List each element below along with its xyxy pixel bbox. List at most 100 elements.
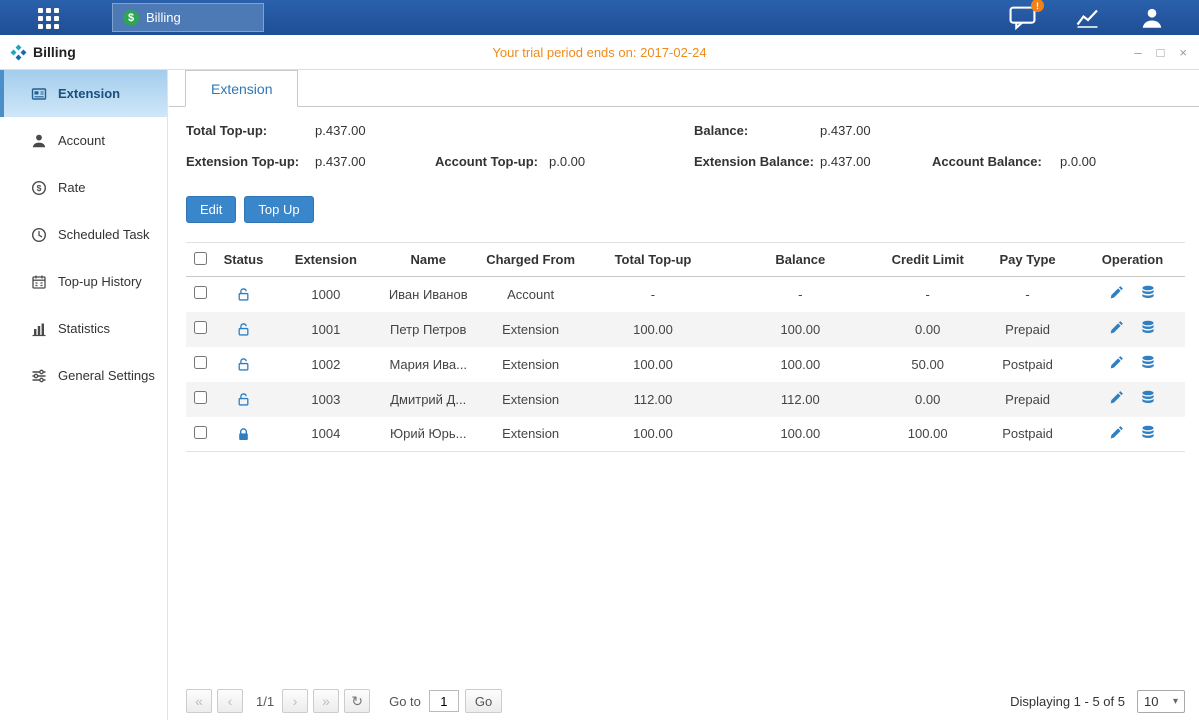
topbar-right-icons: ! [1009, 0, 1165, 35]
account-topup-label: Account Top-up: [435, 154, 538, 169]
goto-label: Go to [389, 694, 421, 709]
cell-name: Иван Иванов [381, 277, 476, 312]
calendar-icon [30, 273, 47, 290]
balance-label: Balance: [694, 123, 748, 138]
account-balance-label: Account Balance: [932, 154, 1042, 169]
cell-credit-limit: - [880, 277, 975, 312]
cell-credit-limit: 0.00 [880, 312, 975, 347]
cell-total-topup: 112.00 [586, 382, 721, 417]
table-row: 1000 Иван Иванов Account - - - - [186, 277, 1185, 312]
billing-summary: Total Top-up: р.437.00 Balance: р.437.00… [186, 121, 1185, 183]
top-up-button[interactable]: Top Up [244, 196, 313, 223]
tab-extension[interactable]: Extension [185, 70, 298, 107]
table-row: 1003 Дмитрий Д... Extension 112.00 112.0… [186, 382, 1185, 417]
cell-balance: 100.00 [720, 417, 880, 452]
messages-icon[interactable]: ! [1009, 5, 1036, 30]
tab-strip: Extension [169, 70, 1199, 107]
apps-grid-icon[interactable] [38, 8, 59, 29]
select-all-checkbox[interactable] [194, 252, 207, 265]
lock-status-icon [236, 286, 251, 301]
account-topup-value: р.0.00 [549, 154, 585, 169]
edit-icon[interactable] [1109, 390, 1124, 405]
svg-text:$: $ [36, 183, 41, 193]
topup-icon[interactable] [1140, 320, 1156, 335]
billing-logo-icon [10, 44, 27, 61]
page-size-select[interactable]: 10 ▾ [1137, 690, 1185, 713]
edit-icon[interactable] [1109, 320, 1124, 335]
sidebar-item-statistics[interactable]: Statistics [0, 305, 167, 352]
close-icon[interactable]: × [1179, 46, 1187, 59]
account-icon [30, 132, 47, 149]
cell-balance: - [720, 277, 880, 312]
cell-extension: 1003 [271, 382, 381, 417]
topup-icon[interactable] [1140, 355, 1156, 370]
go-button[interactable]: Go [465, 689, 502, 713]
column-credit-limit: Credit Limit [880, 243, 975, 277]
cell-total-topup: 100.00 [586, 312, 721, 347]
extension-balance-label: Extension Balance: [694, 154, 814, 169]
displaying-info: Displaying 1 - 5 of 5 [1010, 694, 1125, 709]
row-checkbox[interactable] [194, 321, 207, 334]
trial-notice: Your trial period ends on: 2017-02-24 [492, 35, 706, 69]
row-checkbox[interactable] [194, 286, 207, 299]
extension-topup-label: Extension Top-up: [186, 154, 299, 169]
resource-monitor-icon[interactable] [1074, 6, 1101, 30]
sidebar-item-extension[interactable]: Extension [0, 70, 167, 117]
sidebar-item-topup-history[interactable]: Top-up History [0, 258, 167, 305]
sidebar-item-label: Extension [58, 86, 120, 101]
billing-tab-label: Billing [146, 10, 181, 25]
clock-icon [30, 226, 47, 243]
cell-extension: 1004 [271, 417, 381, 452]
last-page-button[interactable]: » [313, 689, 339, 713]
row-checkbox[interactable] [194, 356, 207, 369]
sidebar-item-rate[interactable]: $ Rate [0, 164, 167, 211]
row-checkbox[interactable] [194, 426, 207, 439]
table-row: 1004 Юрий Юрь... Extension 100.00 100.00… [186, 417, 1185, 452]
cell-total-topup: - [586, 277, 721, 312]
user-account-icon[interactable] [1139, 5, 1165, 31]
desktop-topbar: $ Billing ! [0, 0, 1199, 35]
sidebar-item-general-settings[interactable]: General Settings [0, 352, 167, 399]
extensions-table: Status Extension Name Charged From Total… [186, 242, 1185, 452]
cell-charged-from: Account [476, 277, 586, 312]
extension-balance-value: р.437.00 [820, 154, 871, 169]
edit-icon[interactable] [1109, 425, 1124, 440]
main-panel: Extension Total Top-up: р.437.00 Balance… [169, 70, 1199, 720]
next-page-button[interactable]: › [282, 689, 308, 713]
cell-name: Юрий Юрь... [381, 417, 476, 452]
sidebar-item-scheduled-task[interactable]: Scheduled Task [0, 211, 167, 258]
billing-app-tab[interactable]: $ Billing [112, 3, 264, 32]
cell-total-topup: 100.00 [586, 347, 721, 382]
window-title: Billing [33, 44, 76, 60]
extension-icon [30, 85, 47, 102]
cell-charged-from: Extension [476, 312, 586, 347]
cell-balance: 100.00 [720, 312, 880, 347]
sidebar-item-label: Rate [58, 180, 85, 195]
billing-app-window: $ Billing ! Billing Your trial period en… [0, 0, 1199, 720]
maximize-icon[interactable]: □ [1157, 46, 1165, 59]
edit-icon[interactable] [1109, 355, 1124, 370]
cell-balance: 112.00 [720, 382, 880, 417]
topup-icon[interactable] [1140, 425, 1156, 440]
cell-charged-from: Extension [476, 382, 586, 417]
prev-page-button[interactable]: ‹ [217, 689, 243, 713]
goto-page-input[interactable] [429, 690, 459, 712]
edit-icon[interactable] [1109, 285, 1124, 300]
first-page-button[interactable]: « [186, 689, 212, 713]
cell-name: Мария Ива... [381, 347, 476, 382]
balance-value: р.437.00 [820, 123, 871, 138]
cell-credit-limit: 0.00 [880, 382, 975, 417]
edit-button[interactable]: Edit [186, 196, 236, 223]
topup-icon[interactable] [1140, 390, 1156, 405]
topup-icon[interactable] [1140, 285, 1156, 300]
cell-extension: 1002 [271, 347, 381, 382]
row-checkbox[interactable] [194, 391, 207, 404]
cell-credit-limit: 50.00 [880, 347, 975, 382]
chevron-down-icon: ▾ [1173, 696, 1178, 707]
refresh-button[interactable]: ↻ [344, 689, 370, 713]
sidebar-item-label: Top-up History [58, 274, 142, 289]
window-titlebar: Billing Your trial period ends on: 2017-… [0, 35, 1199, 70]
sidebar-item-account[interactable]: Account [0, 117, 167, 164]
cell-name: Петр Петров [381, 312, 476, 347]
minimize-icon[interactable]: – [1134, 46, 1141, 59]
